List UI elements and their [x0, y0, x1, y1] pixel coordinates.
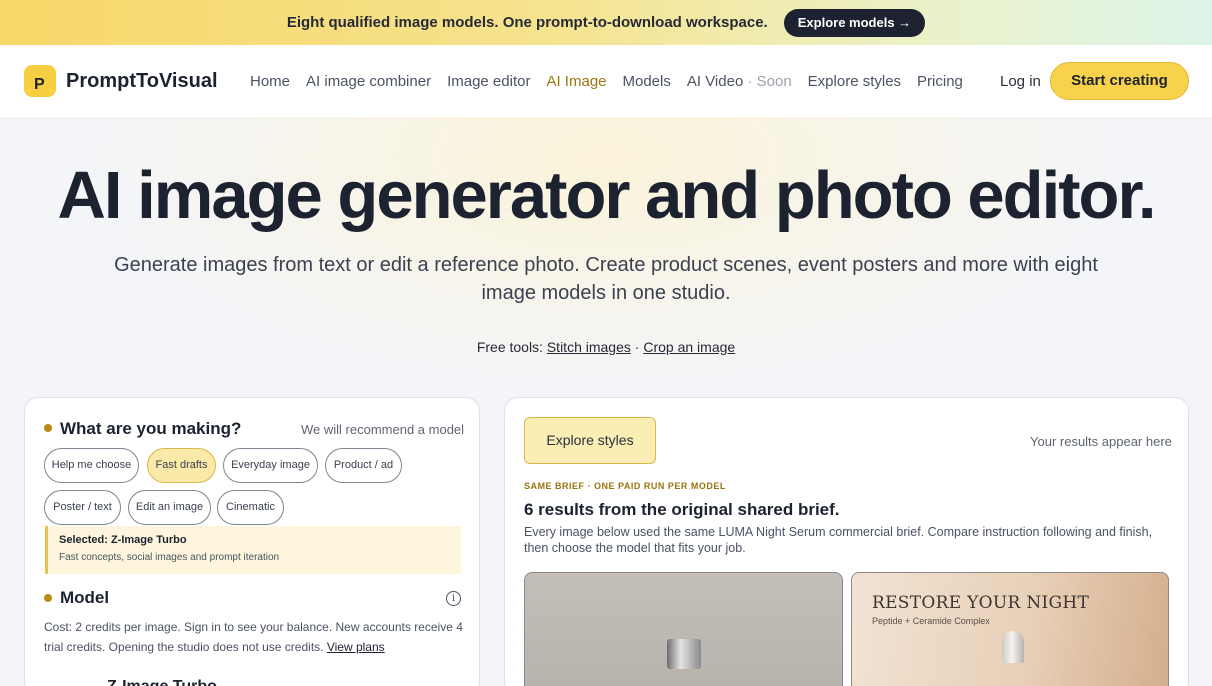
announcement-text: Eight qualified image models. One prompt…	[286, 14, 768, 31]
nav-ai-video[interactable]: AI Video · Soon	[687, 73, 792, 91]
serum-bottle-icon	[667, 639, 701, 669]
stitch-images-link[interactable]: Stitch images	[547, 339, 631, 355]
site-header: P PromptToVisual Home AI image combiner …	[0, 45, 1212, 117]
nav-explore-styles[interactable]: Explore styles	[808, 73, 901, 91]
model-name[interactable]: Z-Image Turbo	[107, 678, 217, 686]
logo-icon[interactable]: P	[24, 65, 56, 97]
nav-ai-image-combiner[interactable]: AI image combiner	[306, 73, 431, 91]
hero-title: AI image generator and photo editor.	[57, 158, 1157, 233]
chip-everyday-image[interactable]: Everyday image	[223, 448, 318, 483]
results-eyebrow: SAME BRIEF · ONE PAID RUN PER MODEL	[524, 481, 726, 491]
selected-model-title: Selected: Z-Image Turbo	[59, 534, 187, 546]
explore-models-button[interactable]: Explore models →	[783, 8, 926, 37]
making-hint: We will recommend a model	[301, 422, 465, 437]
free-tools: Free tools: Stitch images · Crop an imag…	[0, 338, 1212, 356]
free-tools-label: Free tools:	[476, 339, 543, 355]
chip-poster-text[interactable]: Poster / text	[44, 490, 121, 525]
nav-ai-image[interactable]: AI Image	[546, 73, 606, 91]
results-title: 6 results from the original shared brief…	[524, 500, 840, 519]
result-image-2[interactable]: RESTORE YOUR NIGHT Peptide + Ceramide Co…	[851, 572, 1169, 686]
start-creating-button[interactable]: Start creating	[1050, 62, 1189, 100]
announcement-bar: Eight qualified image models. One prompt…	[0, 0, 1212, 45]
nav-home[interactable]: Home	[250, 73, 290, 91]
dropper-bottle-icon	[1002, 631, 1024, 663]
studio-config-card: What are you making? We will recommend a…	[24, 397, 480, 686]
login-link[interactable]: Log in	[1000, 73, 1041, 91]
results-card: Explore styles Your results appear here …	[504, 397, 1189, 686]
nav-soon-badge: · Soon	[747, 73, 792, 90]
nav-image-editor[interactable]: Image editor	[447, 73, 530, 91]
cost-body: Cost: 2 credits per image. Sign in to se…	[44, 620, 463, 654]
results-description: Every image below used the same LUMA Nig…	[524, 525, 1153, 555]
explore-styles-button[interactable]: Explore styles	[524, 417, 656, 464]
cost-text: Cost: 2 credits per image. Sign in to se…	[44, 617, 464, 657]
crop-image-link[interactable]: Crop an image	[643, 339, 735, 355]
free-tools-separator: ·	[634, 339, 640, 355]
chip-help-me-choose[interactable]: Help me choose	[44, 448, 139, 483]
chip-fast-drafts[interactable]: Fast drafts	[147, 448, 216, 483]
logo-letter: P	[34, 76, 45, 93]
main-nav: Home AI image combiner Image editor AI I…	[250, 73, 963, 91]
hero-subtitle: Generate images from text or edit a refe…	[114, 254, 1098, 304]
brand-name[interactable]: PromptToVisual	[66, 69, 218, 93]
info-icon[interactable]: i	[446, 591, 461, 606]
making-title: What are you making?	[60, 419, 242, 438]
nav-models[interactable]: Models	[623, 73, 671, 91]
section-bullet	[44, 594, 52, 602]
view-plans-link[interactable]: View plans	[327, 640, 385, 654]
nav-ai-video-label: AI Video	[686, 73, 744, 90]
chip-product-ad[interactable]: Product / ad	[325, 448, 402, 483]
selected-model-desc: Fast concepts, social images and prompt …	[59, 552, 280, 563]
chip-cinematic[interactable]: Cinematic	[217, 490, 284, 525]
result-image-1[interactable]	[524, 572, 843, 686]
selected-model-box: Selected: Z-Image Turbo Fast concepts, s…	[45, 526, 461, 574]
results-hint: Your results appear here	[1030, 434, 1172, 449]
chip-edit-an-image[interactable]: Edit an image	[128, 490, 211, 525]
model-title: Model	[60, 588, 110, 607]
ad-subheadline: Peptide + Ceramide Complex	[872, 616, 990, 626]
section-bullet	[44, 424, 52, 432]
ad-headline: RESTORE YOUR NIGHT	[872, 593, 1090, 613]
nav-pricing[interactable]: Pricing	[917, 73, 963, 91]
